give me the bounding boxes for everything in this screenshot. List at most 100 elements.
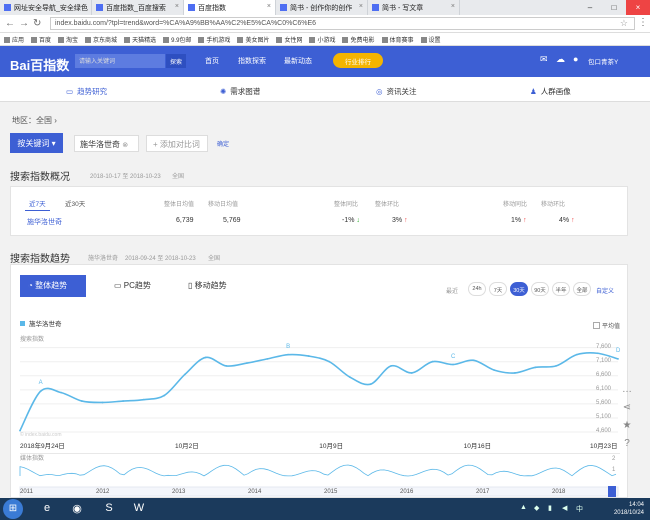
ie-icon[interactable]: e [34, 499, 60, 519]
close-tab-icon[interactable]: × [451, 3, 455, 10]
close-window-icon[interactable]: × [626, 0, 650, 15]
input-method-icon[interactable]: 中 [576, 504, 583, 514]
overview-keyword[interactable]: 施华洛世奇 [27, 217, 62, 227]
custom-range-link[interactable]: 自定义 [596, 286, 614, 295]
mode-label: 移动趋势 [194, 281, 227, 290]
app-s-icon[interactable]: S [96, 499, 122, 519]
tray-icon[interactable]: ◆ [534, 504, 539, 512]
close-tab-icon[interactable]: × [83, 3, 87, 10]
bookmark-item[interactable]: 应用 [4, 35, 24, 44]
system-clock[interactable]: 14:04 2018/10/24 [614, 501, 644, 517]
remove-keyword-icon[interactable]: ⊗ [122, 142, 128, 149]
range-7d[interactable]: 7天 [489, 282, 507, 296]
chrome-icon[interactable]: ◉ [64, 499, 90, 519]
side-help-icon[interactable]: ? [620, 438, 634, 452]
volume-icon[interactable]: ◀ [562, 504, 567, 512]
subnav-news[interactable]: ◎ 资讯关注 [376, 86, 417, 97]
bookmark-item[interactable]: 9.9包邮 [163, 35, 191, 44]
event-marker[interactable]: C [451, 354, 455, 360]
bookmark-item[interactable]: 女性网 [276, 35, 302, 44]
start-button[interactable]: ⊞ [3, 499, 23, 519]
menu-home[interactable]: 首页 [205, 56, 219, 66]
event-marker[interactable]: D [616, 348, 620, 354]
reload-icon[interactable]: ↻ [33, 18, 41, 29]
close-tab-icon[interactable]: × [175, 3, 179, 10]
bookmark-item[interactable]: 体育赛事 [382, 35, 414, 44]
maximize-icon[interactable]: □ [602, 0, 626, 15]
browser-tab-active[interactable]: 百度指数 × [184, 0, 276, 15]
baidu-index-logo[interactable]: Bai百指数 [10, 55, 69, 74]
subnav-demand[interactable]: ✺ 需求图谱 [220, 86, 260, 97]
browser-tab[interactable]: 简书 - 写文章 × [368, 0, 460, 15]
mode-pc-button[interactable]: ▭ PC趋势 [106, 275, 159, 297]
header-search-input[interactable]: 请输入关键词 [75, 54, 165, 68]
year-label: 2014 [248, 489, 262, 495]
bookmark-item[interactable]: 淘宝 [58, 35, 78, 44]
subnav-trend[interactable]: ▭ 趋势研究 [66, 86, 107, 97]
browser-tab[interactable]: 简书 - 创作你的创作 × [276, 0, 368, 15]
browser-menu-icon[interactable]: ⋮ [638, 17, 648, 28]
year-label: 2015 [324, 489, 338, 495]
bookmark-item[interactable]: 美女图片 [237, 35, 269, 44]
legend-series[interactable]: 施华洛世奇 [20, 318, 62, 328]
menu-explore[interactable]: 指数探索 [238, 56, 266, 66]
add-compare-button[interactable]: + 添加对比词 [146, 135, 208, 152]
overall-mom-text: 3% [392, 217, 403, 224]
back-icon[interactable]: ← [5, 18, 15, 29]
chat-icon[interactable]: ☁ [556, 54, 565, 65]
user-avatar-icon[interactable]: ● [573, 54, 578, 64]
forward-icon[interactable]: → [19, 18, 29, 29]
mini-tick: 2 [612, 456, 616, 462]
crowd-icon: ♟ [530, 87, 537, 96]
subnav-crowd[interactable]: ♟ 人群画像 [530, 86, 571, 97]
minimize-icon[interactable]: – [578, 0, 602, 15]
event-marker[interactable]: B [286, 344, 290, 350]
side-share-icon[interactable]: ⋖ [620, 402, 634, 416]
keyword-mode-button[interactable]: 按关键词 ▾ [10, 133, 63, 153]
pie-icon: ◔ [28, 281, 33, 290]
close-tab-icon[interactable]: × [359, 3, 363, 10]
year-label: 2012 [96, 489, 110, 495]
range-label: 最近 [446, 289, 459, 295]
range-24h[interactable]: 24h [468, 282, 486, 296]
network-icon[interactable]: ▮ [548, 504, 552, 512]
word-icon[interactable]: W [126, 499, 152, 519]
menu-news[interactable]: 最新动态 [284, 56, 312, 66]
range-half-year[interactable]: 半年 [552, 282, 570, 296]
overview-card: 近7天 近30天 整体日均值 移动日均值 整体同比 整体环比 移动同比 移动环比… [10, 186, 628, 236]
side-star-icon[interactable]: ★ [620, 420, 634, 434]
range-90d[interactable]: 90天 [531, 282, 549, 296]
overall-avg-header: 整体日均值 [164, 202, 195, 208]
keyword-chip[interactable]: 施华洛世奇 ⊗ [74, 135, 139, 152]
browser-tab[interactable]: 百度指数_百度搜索 × [92, 0, 184, 15]
mobile-mom-text: 4% [559, 217, 570, 224]
mode-mobile-button[interactable]: ▯ 移动趋势 [180, 275, 235, 297]
side-feedback-icon[interactable]: … [620, 384, 634, 398]
bookmark-item[interactable]: 设置 [421, 35, 441, 44]
bookmark-item[interactable]: 百度 [31, 35, 51, 44]
tray-icon[interactable]: ▲ [520, 504, 527, 511]
mode-overall-button[interactable]: ◔ 整体趋势 [20, 275, 86, 297]
bookmark-item[interactable]: 免费电影 [342, 35, 374, 44]
bookmark-star-icon[interactable]: ☆ [620, 18, 628, 29]
range-tab-7days[interactable]: 近7天 [25, 196, 50, 211]
range-all[interactable]: 全部 [573, 282, 591, 296]
bookmark-item[interactable]: 京东商城 [85, 35, 117, 44]
username[interactable]: 包口青茶Y [588, 56, 618, 66]
region-selector[interactable]: 地区：全国 › [12, 115, 57, 126]
close-tab-icon[interactable]: × [267, 3, 271, 10]
average-checkbox[interactable]: 平均值 [593, 321, 620, 330]
confirm-button[interactable]: 确定 [217, 139, 229, 148]
bookmark-item[interactable]: 天猫精选 [124, 35, 156, 44]
bookmark-item[interactable]: 小游戏 [309, 35, 335, 44]
browser-tab[interactable]: 网址安全导航_安全绿色 × [0, 0, 92, 15]
bookmark-item[interactable]: 手机游戏 [198, 35, 230, 44]
event-marker[interactable]: A [39, 380, 43, 386]
year-label: 2016 [400, 489, 414, 495]
message-icon[interactable]: ✉ [540, 54, 548, 65]
header-search-button[interactable]: 探索 [166, 54, 186, 68]
url-input[interactable]: index.baidu.com/?tpl=trend&word=%CA%A9%B… [50, 17, 635, 30]
range-30d[interactable]: 30天 [510, 282, 528, 296]
range-tab-30days[interactable]: 近30天 [61, 196, 89, 210]
industry-ranking-button[interactable]: 行业排行 [333, 53, 383, 68]
